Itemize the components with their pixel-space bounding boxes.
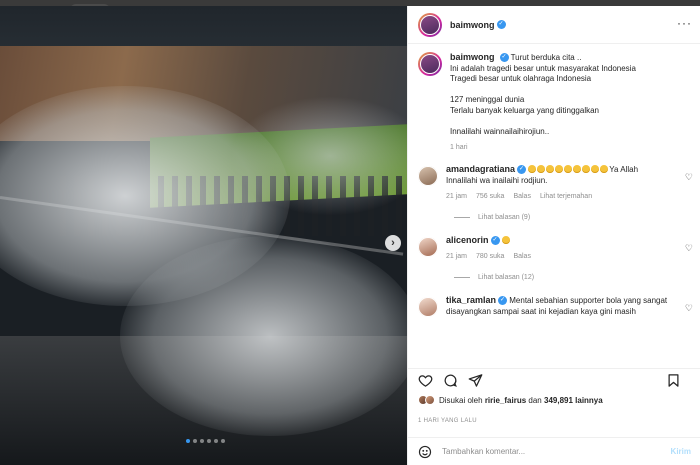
carousel-dot <box>200 439 204 443</box>
carousel-dot <box>214 439 218 443</box>
carousel-dot <box>221 439 225 443</box>
crying-emoji-icon <box>546 164 555 173</box>
post-date: 1 HARI YANG LALU <box>418 418 477 424</box>
comment-input[interactable] <box>442 447 671 456</box>
post-modal: › baimwong ✓ ··· baimwong ✓ Turut berduka… <box>0 6 700 465</box>
bookmark-icon[interactable] <box>666 373 681 388</box>
translate-link[interactable]: Lihat terjemahan <box>540 191 592 202</box>
caption-line: Turut berduka cita .. <box>510 53 582 62</box>
heart-icon[interactable]: ♡ <box>685 303 693 314</box>
crying-emoji-icon <box>555 164 564 173</box>
emoji-row <box>528 164 609 174</box>
crying-emoji-icon <box>600 164 609 173</box>
heart-icon[interactable]: ♡ <box>685 172 693 183</box>
author-username[interactable]: baimwong <box>450 20 495 30</box>
avatar[interactable] <box>418 12 442 37</box>
verified-badge-icon: ✓ <box>517 164 527 174</box>
avatar[interactable] <box>418 52 442 76</box>
avatar[interactable] <box>418 296 438 317</box>
comments-list[interactable]: baimwong ✓ Turut berduka cita .. Ini adal… <box>408 52 700 365</box>
avatar[interactable] <box>418 165 438 186</box>
post-header: baimwong ✓ ··· <box>408 6 700 44</box>
crying-emoji-icon <box>528 164 537 173</box>
post-side-panel: baimwong ✓ ··· baimwong ✓ Turut berduka c… <box>407 6 700 465</box>
avatar[interactable] <box>418 236 438 257</box>
caption-username[interactable]: baimwong <box>450 52 495 62</box>
caption-line <box>450 116 636 127</box>
view-replies[interactable]: Lihat balasan (12) <box>408 274 700 281</box>
caption-time: 1 hari <box>450 144 468 151</box>
caption-line: Tragedi besar untuk olahraga Indonesia <box>450 74 592 83</box>
send-icon[interactable] <box>468 373 483 388</box>
add-comment-bar: Kirim <box>408 437 700 465</box>
comment-username[interactable]: alicenorin <box>446 235 489 245</box>
caption-line: Innalilahi wainnailaihirojiun.. <box>450 126 550 136</box>
verified-badge-icon: ✓ <box>490 235 500 245</box>
verified-badge-icon: ✓ <box>498 295 508 305</box>
comment-username[interactable]: amandagratiana <box>446 164 515 174</box>
heart-icon[interactable] <box>418 373 433 388</box>
reply-button[interactable]: Balas <box>513 191 531 202</box>
crying-emoji-icon <box>582 164 591 173</box>
crying-emoji-icon <box>591 164 600 173</box>
comment-username[interactable]: tika_ramlan <box>446 295 496 305</box>
emoji-icon[interactable] <box>418 445 432 459</box>
caption-line: Ini adalah tragedi besar untuk masyaraka… <box>450 63 636 73</box>
comment-item: tika_ramlan ✓ Mental sebahian supporter b… <box>408 295 700 317</box>
reply-button[interactable]: Balas <box>513 251 531 262</box>
crying-emoji-icon <box>537 164 546 173</box>
caption-line: 127 meninggal dunia <box>450 95 525 104</box>
crying-emoji-icon <box>501 235 510 244</box>
more-horizontal-icon[interactable]: ··· <box>677 16 692 30</box>
comment-likes[interactable]: 756 suka <box>476 191 504 202</box>
liker-username[interactable]: ririe_fairus <box>485 396 526 405</box>
comment-time: 21 jam <box>446 252 468 260</box>
avatar <box>425 395 435 405</box>
crying-emoji-icon <box>573 164 582 173</box>
post-comment-button[interactable]: Kirim <box>671 447 691 456</box>
verified-badge-icon: ✓ <box>499 53 509 63</box>
comment-time: 21 jam <box>446 192 468 200</box>
comment-likes[interactable]: 780 suka <box>476 251 504 262</box>
caption-line <box>450 85 636 96</box>
chevron-right-icon[interactable]: › <box>385 235 401 251</box>
verified-badge-icon: ✓ <box>496 20 506 29</box>
view-replies[interactable]: Lihat balasan (9) <box>408 214 700 221</box>
carousel-dot <box>207 439 211 443</box>
comment-icon[interactable] <box>443 373 458 388</box>
caption-line: Terlalu banyak keluarga yang ditinggalka… <box>450 105 599 115</box>
others-link[interactable]: 349,891 lainnya <box>544 396 603 405</box>
emoji-row <box>501 235 511 245</box>
carousel-dot <box>186 439 190 443</box>
comment-item: amandagratiana ✓ Ya Allah Innalilahi wa i… <box>408 164 700 202</box>
action-bar <box>408 368 700 392</box>
heart-icon[interactable]: ♡ <box>685 243 693 254</box>
crying-emoji-icon <box>564 164 573 173</box>
carousel-dots <box>186 439 225 443</box>
caption: baimwong ✓ Turut berduka cita .. Ini adal… <box>408 52 700 154</box>
post-media[interactable]: › <box>0 6 407 465</box>
likes-summary: Disukai oleh ririe_fairus dan 349,891 la… <box>418 395 603 405</box>
carousel-dot <box>193 439 197 443</box>
comment-item: alicenorin ✓ 21 jam 780 suka Balas ♡ <box>408 235 700 262</box>
